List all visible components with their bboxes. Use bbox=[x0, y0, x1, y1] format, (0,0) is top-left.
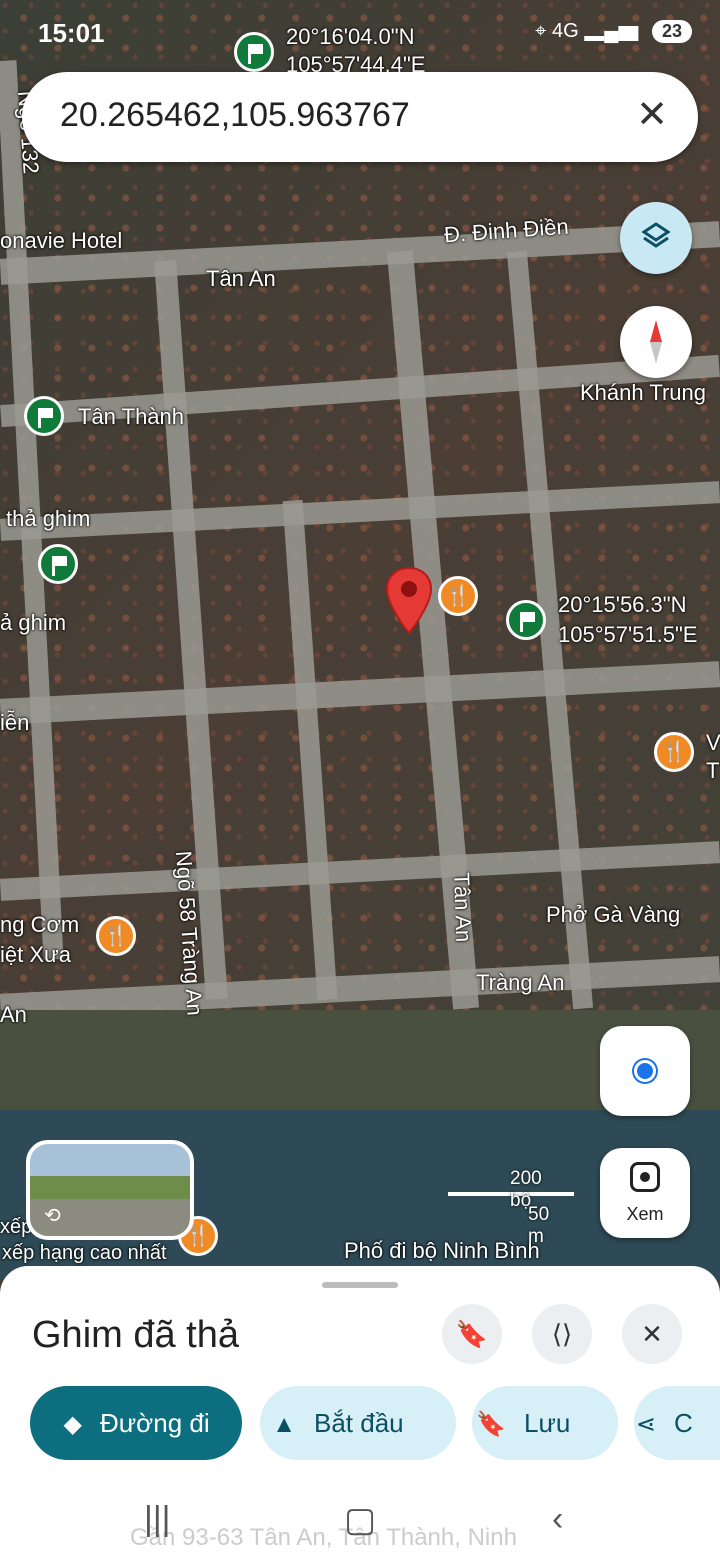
share-button[interactable]: ⟨⟩ bbox=[532, 1304, 592, 1364]
battery-badge: 23 bbox=[651, 20, 692, 43]
flag-pin-icon[interactable] bbox=[24, 396, 64, 436]
navigation-arrow-icon: ▲ bbox=[272, 1411, 296, 1438]
road bbox=[282, 499, 338, 1001]
layers-icon bbox=[641, 222, 671, 248]
dropped-pin-marker-icon[interactable] bbox=[384, 566, 434, 636]
poi-label: ng Cơm bbox=[0, 912, 80, 937]
coordinate-label: 20°15'56.3"N bbox=[558, 592, 687, 617]
system-nav-bar: ||| ▢ ‹ bbox=[0, 1490, 720, 1560]
back-icon[interactable]: ‹ bbox=[552, 1500, 563, 1539]
street-label: Tân An bbox=[449, 872, 477, 943]
road bbox=[0, 661, 720, 725]
restaurant-icon[interactable]: 🍴 bbox=[438, 576, 478, 616]
status-bar: 15:01 ⌖ 4G ▂▄▆ 23 bbox=[0, 0, 720, 70]
road bbox=[0, 481, 720, 541]
restaurant-icon[interactable]: 🍴 bbox=[654, 732, 694, 772]
road bbox=[0, 841, 720, 901]
place-title: Ghim đã thả bbox=[32, 1314, 239, 1356]
scale-meters: 50 m bbox=[528, 1204, 550, 1247]
my-location-button[interactable] bbox=[600, 1026, 690, 1116]
flag-pin-icon[interactable] bbox=[38, 544, 78, 584]
poi-label: iệt Xưa bbox=[0, 942, 71, 967]
drag-handle[interactable] bbox=[322, 1282, 398, 1288]
rotate-360-icon: ⟲ bbox=[44, 1205, 61, 1227]
street-label: Tràng An bbox=[476, 970, 565, 995]
restaurant-icon[interactable]: 🍴 bbox=[96, 916, 136, 956]
place-label: Phố đi bộ Ninh Bình bbox=[344, 1238, 540, 1263]
lens-view-button[interactable]: Xem bbox=[600, 1148, 690, 1238]
save-label: Lưu bbox=[524, 1408, 571, 1438]
bookmark-icon: 🔖 bbox=[455, 1319, 489, 1349]
street-label: An bbox=[0, 1002, 27, 1027]
home-icon[interactable]: ▢ bbox=[344, 1500, 376, 1540]
status-icons: ⌖ 4G ▂▄▆ 23 bbox=[535, 20, 692, 43]
directions-icon: ◆ bbox=[63, 1411, 82, 1438]
poi-label-hotel: onavie Hotel bbox=[0, 228, 123, 253]
lens-label: Xem bbox=[626, 1204, 664, 1224]
start-button[interactable]: ▲ Bắt đầu bbox=[260, 1386, 456, 1460]
close-search-icon[interactable]: ✕ bbox=[636, 92, 668, 137]
place-label: ả ghim bbox=[0, 610, 67, 635]
compass-icon bbox=[650, 320, 662, 364]
search-bar[interactable]: 20.265462,105.963767 ✕ bbox=[22, 72, 698, 162]
place-label: thả ghim bbox=[6, 506, 91, 531]
coordinate-label: 105°57'51.5"E bbox=[558, 622, 698, 647]
close-icon: ✕ bbox=[641, 1319, 663, 1349]
place-label: iễn bbox=[0, 710, 30, 735]
network-type: 4G bbox=[551, 20, 579, 42]
flag-pin-icon[interactable] bbox=[506, 600, 546, 640]
compass-button[interactable] bbox=[620, 306, 692, 378]
location-icon: ⌖ bbox=[535, 20, 547, 42]
street-view-thumbnail[interactable]: ⟲ bbox=[26, 1140, 194, 1240]
clock: 15:01 bbox=[38, 18, 105, 48]
start-label: Bắt đầu bbox=[314, 1408, 404, 1438]
place-label: Tân Thành bbox=[78, 404, 185, 429]
directions-label: Đường đi bbox=[100, 1408, 210, 1438]
place-label: Khánh Trung bbox=[580, 380, 706, 405]
share-chip-button[interactable]: ⋖ C bbox=[634, 1386, 720, 1460]
close-sheet-button[interactable]: ✕ bbox=[622, 1304, 682, 1364]
street-label: Tân An bbox=[206, 266, 276, 291]
poi-label: V bbox=[706, 730, 720, 755]
poi-label: T bbox=[706, 758, 720, 783]
camera-lens-icon bbox=[630, 1162, 660, 1192]
recent-apps-icon[interactable]: ||| bbox=[144, 1500, 171, 1539]
layers-button[interactable] bbox=[620, 202, 692, 274]
share-chip-label: C bbox=[674, 1408, 693, 1438]
search-query[interactable]: 20.265462,105.963767 bbox=[60, 96, 410, 135]
save-bookmark-button[interactable]: 🔖 bbox=[442, 1304, 502, 1364]
my-location-icon bbox=[634, 1060, 656, 1082]
poi-label: Phở Gà Vàng bbox=[546, 902, 681, 927]
share-icon: ⋖ bbox=[635, 1411, 656, 1438]
share-icon: ⟨⟩ bbox=[551, 1319, 573, 1349]
bookmark-outline-icon: 🔖 bbox=[476, 1411, 506, 1438]
poi-label: xếp hạng cao nhất bbox=[2, 1242, 167, 1264]
directions-button[interactable]: ◆ Đường đi bbox=[30, 1386, 242, 1460]
signal-icon: ▂▄▆ bbox=[584, 20, 639, 42]
save-button[interactable]: 🔖 Lưu bbox=[472, 1386, 618, 1460]
